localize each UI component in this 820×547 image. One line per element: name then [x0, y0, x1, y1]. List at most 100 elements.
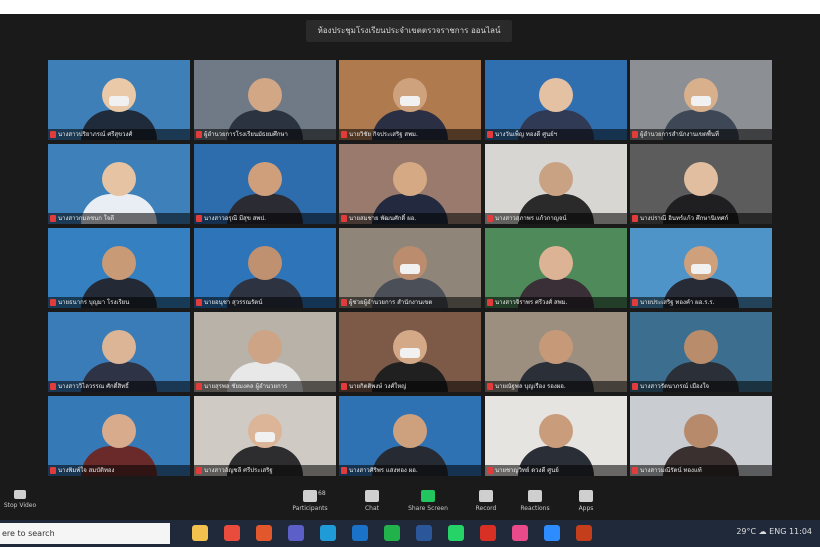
- control-label: Apps: [578, 505, 594, 512]
- share-screen-button[interactable]: Share Screen: [398, 490, 458, 512]
- participant-name: นางพิมพ์ใจ สมบัติทอง: [58, 467, 115, 474]
- participant-face: [684, 162, 718, 196]
- participant-face: [248, 414, 282, 448]
- participant-tile[interactable]: นายประเสริฐ ทองคำ ผอ.ร.ร.: [630, 228, 772, 308]
- participant-name: ผู้อำนวยการสำนักงานเขตพื้นที่: [640, 131, 719, 138]
- apps-button[interactable]: Apps: [556, 490, 616, 512]
- muted-mic-icon: [50, 215, 56, 222]
- word-icon[interactable]: [416, 525, 432, 541]
- acrobat-icon[interactable]: [480, 525, 496, 541]
- participant-face: [539, 246, 573, 280]
- system-tray[interactable]: 29°C ☁ ENG 11:04: [736, 527, 812, 536]
- participant-face: [539, 414, 573, 448]
- face-mask: [691, 96, 711, 106]
- control-label: Chat: [364, 505, 380, 512]
- participant-name: นางสาวอัญชลี ศรีประเสริฐ: [204, 467, 273, 474]
- participant-name: ผู้ช่วยผู้อำนวยการ สำนักงานเขต: [349, 299, 433, 306]
- participant-tile[interactable]: ผู้อำนวยการโรงเรียนมัธยมศึกษา: [194, 60, 336, 140]
- participant-tile[interactable]: นางสาวสุภาพร แก้วกาญจน์: [485, 144, 627, 224]
- zoom-icon[interactable]: [544, 525, 560, 541]
- muted-mic-icon: [632, 215, 638, 222]
- participants-button[interactable]: Participants 68: [280, 490, 340, 512]
- participant-tile[interactable]: นายวิชัย กิจประเสริฐ สพม.: [339, 60, 481, 140]
- participant-name: นายประเสริฐ ทองคำ ผอ.ร.ร.: [640, 299, 715, 306]
- participant-tile[interactable]: นางสาวจิราพร ศรีวงศ์ สพม.: [485, 228, 627, 308]
- teams-icon[interactable]: [288, 525, 304, 541]
- record-icon: [479, 490, 493, 502]
- participant-face: [248, 246, 282, 280]
- chat-button[interactable]: Chat: [342, 490, 402, 512]
- participant-tile[interactable]: นายอนุชา สุวรรณรัตน์: [194, 228, 336, 308]
- taskbar-search-input[interactable]: ere to search: [0, 523, 170, 544]
- participant-face: [102, 414, 136, 448]
- file-explorer-icon[interactable]: [192, 525, 208, 541]
- participant-face: [102, 330, 136, 364]
- participant-tile[interactable]: นายธนากร บุญมา โรงเรียน: [48, 228, 190, 308]
- muted-mic-icon: [487, 215, 493, 222]
- participant-tile[interactable]: นายสมชาย พัฒนศักดิ์ ผอ.: [339, 144, 481, 224]
- meeting-controls-bar: Stop Video Participants 68 Chat Share Scree…: [0, 488, 820, 520]
- participant-gallery: นางสาวปริยาภรณ์ ศรีสุขวงศ์ ผู้อำนวยการโรง…: [48, 60, 774, 480]
- muted-mic-icon: [196, 383, 202, 390]
- chat-icon: [365, 490, 379, 502]
- muted-mic-icon: [632, 383, 638, 390]
- participant-tile[interactable]: นางสาวรัตนาภรณ์ เมืองใจ: [630, 312, 772, 392]
- participant-name: นายณัฐพล บุญเรือง รองผอ.: [495, 383, 566, 390]
- participant-tile[interactable]: นายณัฐพล บุญเรือง รองผอ.: [485, 312, 627, 392]
- participant-face: [393, 162, 427, 196]
- muted-mic-icon: [487, 299, 493, 306]
- participant-tile[interactable]: นายชาญวิทย์ ดวงดี ศูนย์: [485, 396, 627, 476]
- participant-tile[interactable]: นายกิตติพงษ์ วงศ์ใหญ่: [339, 312, 481, 392]
- participant-tile[interactable]: นางพิมพ์ใจ สมบัติทอง: [48, 396, 190, 476]
- participant-tile[interactable]: ผู้ช่วยผู้อำนวยการ สำนักงานเขต: [339, 228, 481, 308]
- muted-mic-icon: [341, 131, 347, 138]
- outlook-icon[interactable]: [352, 525, 368, 541]
- participant-face: [393, 330, 427, 364]
- participant-tile[interactable]: นายสุรพล ชัยมงคล ผู้อำนวยการ: [194, 312, 336, 392]
- participant-name: นายสมชาย พัฒนศักดิ์ ผอ.: [349, 215, 417, 222]
- participant-face: [393, 78, 427, 112]
- muted-mic-icon: [196, 467, 202, 474]
- participant-name: นางปราณี อินทร์แก้ว ศึกษานิเทศก์: [640, 215, 729, 222]
- participant-name: นายวิชัย กิจประเสริฐ สพม.: [349, 131, 418, 138]
- participant-name: ผู้อำนวยการโรงเรียนมัธยมศึกษา: [204, 131, 288, 138]
- muted-mic-icon: [50, 383, 56, 390]
- control-label: Share Screen: [408, 505, 448, 512]
- face-mask: [255, 432, 275, 442]
- participant-name: นางสาวมณีรัตน์ ทองแท้: [640, 467, 702, 474]
- participant-tile[interactable]: นางสาวมณีรัตน์ ทองแท้: [630, 396, 772, 476]
- participant-tile[interactable]: นางสาวอัญชลี ศรีประเสริฐ: [194, 396, 336, 476]
- participant-face: [248, 78, 282, 112]
- office-icon[interactable]: [256, 525, 272, 541]
- participant-tile[interactable]: นางสาวปริยาภรณ์ ศรีสุขวงศ์: [48, 60, 190, 140]
- photos-icon[interactable]: [512, 525, 528, 541]
- participant-tile[interactable]: นางสาววิไลวรรณ ศักดิ์สิทธิ์: [48, 312, 190, 392]
- video-button[interactable]: Stop Video: [0, 490, 40, 509]
- participant-tile[interactable]: นางสาวอรุณี มีสุข สพป.: [194, 144, 336, 224]
- participant-tile[interactable]: ผู้อำนวยการสำนักงานเขตพื้นที่: [630, 60, 772, 140]
- participant-face: [393, 414, 427, 448]
- participant-name: นางสาวจิราพร ศรีวงศ์ สพม.: [495, 299, 568, 306]
- participant-face: [684, 78, 718, 112]
- participant-face: [539, 330, 573, 364]
- participants-icon: [303, 490, 317, 502]
- participant-name: นายอนุชา สุวรรณรัตน์: [204, 299, 263, 306]
- line-icon[interactable]: [384, 525, 400, 541]
- muted-mic-icon: [50, 467, 56, 474]
- edge-icon[interactable]: [320, 525, 336, 541]
- powerpoint-icon[interactable]: [576, 525, 592, 541]
- participant-tile[interactable]: นางสาวกมลชนก ใจดี: [48, 144, 190, 224]
- participant-name: นางสาววิไลวรรณ ศักดิ์สิทธิ์: [58, 383, 129, 390]
- participant-tile[interactable]: นางสาวศิริพร แสงทอง ผอ.: [339, 396, 481, 476]
- participant-face: [102, 246, 136, 280]
- participant-tile[interactable]: นางปราณี อินทร์แก้ว ศึกษานิเทศก์: [630, 144, 772, 224]
- muted-mic-icon: [341, 299, 347, 306]
- face-mask: [400, 96, 420, 106]
- muted-mic-icon: [50, 131, 56, 138]
- participant-tile[interactable]: นางวันเพ็ญ ทองดี ศูนย์ฯ: [485, 60, 627, 140]
- chrome-icon[interactable]: [224, 525, 240, 541]
- face-mask: [691, 264, 711, 274]
- whatsapp-icon[interactable]: [448, 525, 464, 541]
- participant-name: นางสาวรัตนาภรณ์ เมืองใจ: [640, 383, 710, 390]
- participant-face: [684, 246, 718, 280]
